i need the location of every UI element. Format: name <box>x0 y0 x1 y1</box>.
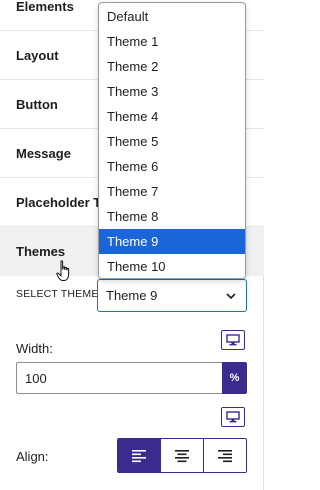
align-device-toggle[interactable] <box>221 407 245 427</box>
width-unit-button[interactable]: % <box>222 362 247 394</box>
theme-option[interactable]: Theme 4 <box>99 104 245 129</box>
width-unit: % <box>229 372 240 384</box>
width-label: Width: <box>16 341 53 356</box>
theme-option[interactable]: Default <box>99 4 245 29</box>
section-label: Themes <box>16 244 66 259</box>
desktop-icon <box>226 411 240 423</box>
theme-option[interactable]: Theme 5 <box>99 129 245 154</box>
section-label: Message <box>16 145 71 161</box>
section-label: Button <box>16 96 58 112</box>
theme-option[interactable]: Theme 8 <box>99 204 245 229</box>
theme-option[interactable]: Theme 10 <box>99 254 245 278</box>
align-left-icon <box>132 449 146 462</box>
theme-option-highlighted[interactable]: Theme 9 <box>99 229 245 254</box>
theme-option[interactable]: Theme 3 <box>99 79 245 104</box>
theme-option[interactable]: Theme 2 <box>99 54 245 79</box>
section-label: Layout <box>16 47 59 63</box>
align-button-group <box>117 438 247 473</box>
align-center-icon <box>175 449 189 462</box>
select-theme-label: SELECT THEME <box>16 288 99 300</box>
width-input[interactable]: 100 <box>16 362 222 394</box>
width-value: 100 <box>25 370 47 386</box>
theme-option[interactable]: Theme 6 <box>99 154 245 179</box>
align-right-button[interactable] <box>204 439 246 472</box>
align-center-button[interactable] <box>161 439 204 472</box>
section-label: Elements <box>16 0 74 14</box>
theme-select-value: Theme 9 <box>106 288 158 303</box>
chevron-down-icon <box>226 293 236 300</box>
align-left-button[interactable] <box>118 439 161 472</box>
theme-option[interactable]: Theme 7 <box>99 179 245 204</box>
width-device-toggle[interactable] <box>221 330 245 350</box>
theme-dropdown-list: Default Theme 1 Theme 2 Theme 3 Theme 4 … <box>98 2 246 279</box>
theme-select[interactable]: Theme 9 <box>97 279 247 312</box>
align-label: Align: <box>16 449 49 464</box>
section-label: Placeholder Te <box>16 194 108 210</box>
desktop-icon <box>226 334 240 346</box>
align-right-icon <box>218 449 232 462</box>
theme-option[interactable]: Theme 1 <box>99 29 245 54</box>
